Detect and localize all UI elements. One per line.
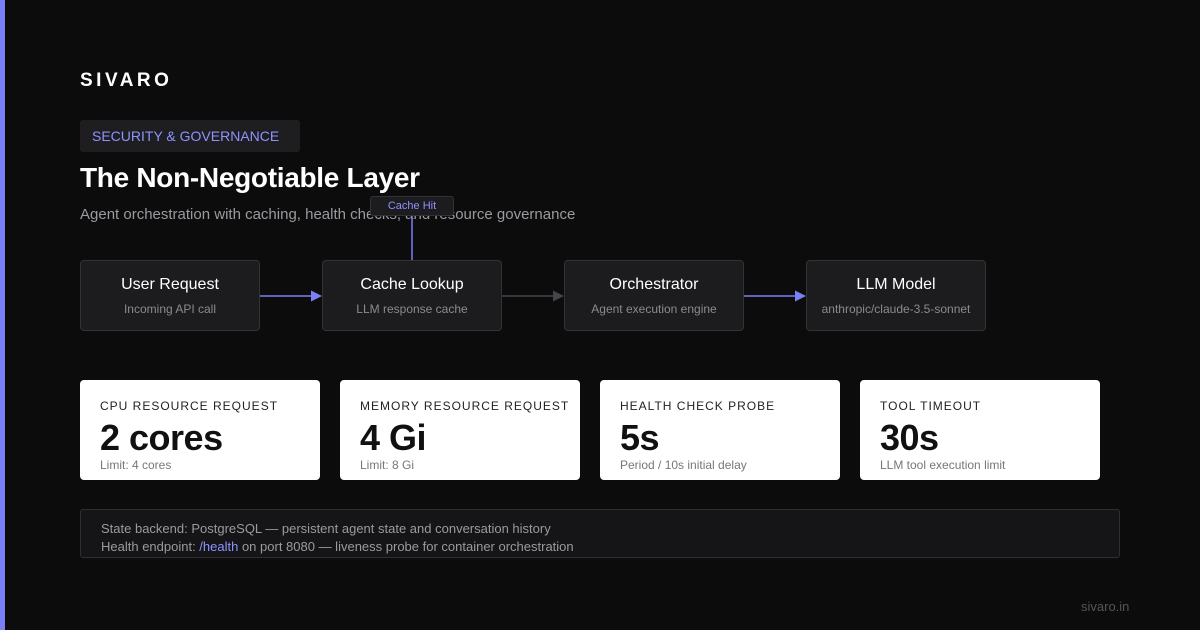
metric-card-cpu: CPU RESOURCE REQUEST 2 cores Limit: 4 co… xyxy=(80,380,320,480)
node-subtitle: anthropic/claude-3.5-sonnet xyxy=(821,302,971,316)
node-user-request: User Request Incoming API call xyxy=(80,260,260,331)
metric-sub: Period / 10s initial delay xyxy=(620,458,747,472)
metric-sub: Limit: 8 Gi xyxy=(360,458,415,472)
info-suffix: on port 8080 — liveness probe for contai… xyxy=(238,539,574,554)
node-subtitle: LLM response cache xyxy=(356,302,468,316)
arrow-head-cache-to-orchestrator xyxy=(553,290,564,302)
metric-card-memory: MEMORY RESOURCE REQUEST 4 Gi Limit: 8 Gi xyxy=(340,380,580,480)
metric-card-tool-timeout: TOOL TIMEOUT 30s LLM tool execution limi… xyxy=(860,380,1100,480)
footer-url[interactable]: sivaro.in xyxy=(1081,599,1129,614)
info-panel: State backend: PostgreSQL — persistent a… xyxy=(80,509,1120,558)
metric-value: 30s xyxy=(880,417,939,458)
node-title: Orchestrator xyxy=(609,276,699,293)
arrow-head-request-to-cache xyxy=(311,290,322,302)
node-title: User Request xyxy=(121,276,219,293)
metric-sub: Limit: 4 cores xyxy=(100,458,172,472)
health-endpoint-link[interactable]: /health xyxy=(199,539,238,554)
metric-label: CPU RESOURCE REQUEST xyxy=(100,399,279,413)
arrow-head-orchestrator-to-llm xyxy=(795,290,806,302)
node-orchestrator: Orchestrator Agent execution engine xyxy=(564,260,744,331)
node-subtitle: Agent execution engine xyxy=(591,302,717,316)
metric-label: HEALTH CHECK PROBE xyxy=(620,399,776,413)
node-title: LLM Model xyxy=(856,276,936,293)
node-subtitle: Incoming API call xyxy=(123,302,217,316)
metric-label: MEMORY RESOURCE REQUEST xyxy=(360,399,570,413)
metric-sub: LLM tool execution limit xyxy=(880,458,1006,472)
metric-card-health-check: HEALTH CHECK PROBE 5s Period / 10s initi… xyxy=(600,380,840,480)
metric-label: TOOL TIMEOUT xyxy=(880,399,982,413)
node-llm-model: LLM Model anthropic/claude-3.5-sonnet xyxy=(806,260,986,331)
info-line-health-endpoint: Health endpoint: /health on port 8080 — … xyxy=(101,538,1099,556)
info-line-state-backend: State backend: PostgreSQL — persistent a… xyxy=(101,521,551,536)
node-title: Cache Lookup xyxy=(360,276,464,293)
info-prefix: Health endpoint: xyxy=(101,539,200,554)
metric-value: 5s xyxy=(620,417,660,458)
metric-value: 2 cores xyxy=(100,417,223,458)
metric-value: 4 Gi xyxy=(360,417,427,458)
cache-hit-label: Cache Hit xyxy=(370,196,454,216)
node-cache-lookup: Cache Lookup LLM response cache xyxy=(322,260,502,331)
